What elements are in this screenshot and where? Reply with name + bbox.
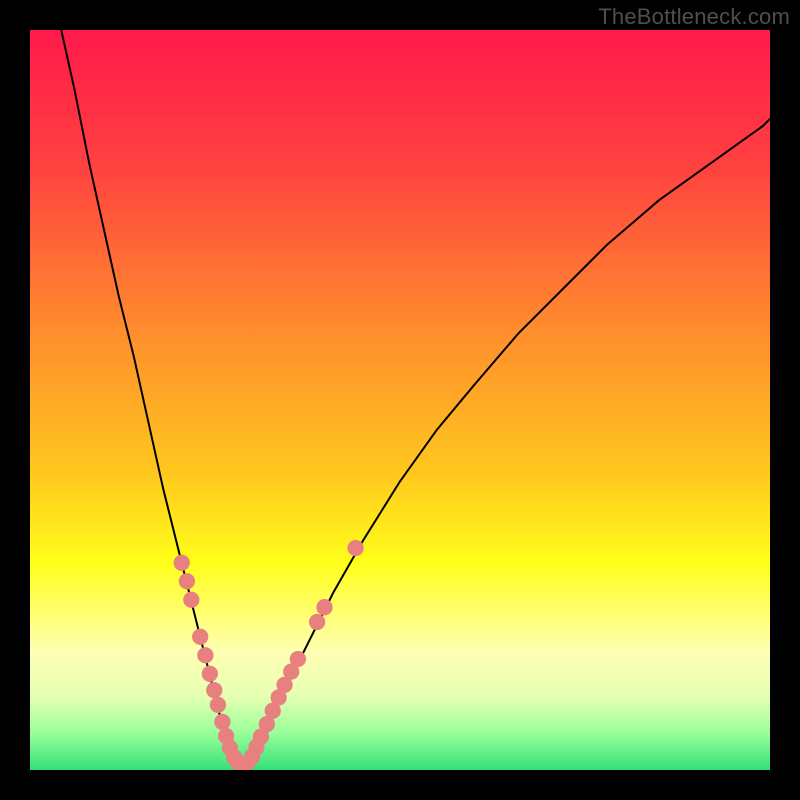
- chart-svg: [30, 30, 770, 770]
- plot-area: [30, 30, 770, 770]
- watermark-text: TheBottleneck.com: [598, 4, 790, 30]
- outer-frame: TheBottleneck.com: [0, 0, 800, 800]
- highlight-dots: [174, 540, 364, 770]
- curve-line: [60, 30, 770, 769]
